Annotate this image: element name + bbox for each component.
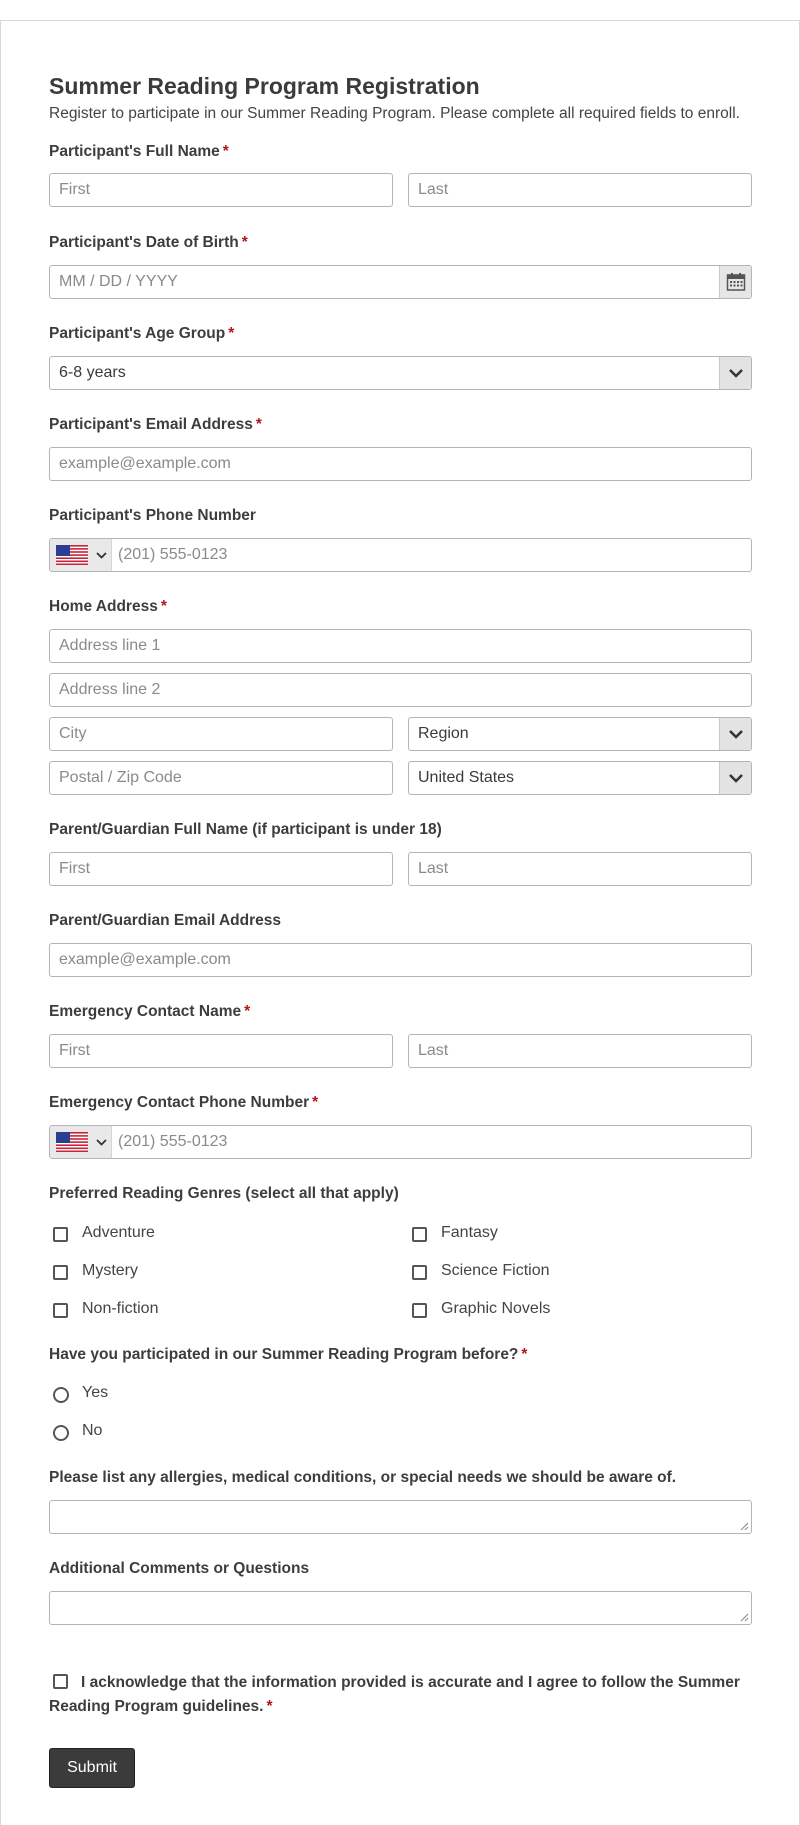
postal-code-input[interactable] <box>49 761 393 795</box>
resize-grip-icon[interactable] <box>739 1612 749 1622</box>
genre-label-science-fiction: Science Fiction <box>441 1262 550 1279</box>
form-card: Summer Reading Program Registration Regi… <box>0 20 800 1825</box>
genre-checkbox-mystery[interactable] <box>53 1265 68 1280</box>
country-code-select[interactable] <box>50 1126 112 1158</box>
age-group-select[interactable]: 6-8 years <box>49 356 752 390</box>
comments-label: Additional Comments or Questions <box>49 1560 310 1577</box>
country-code-select[interactable] <box>50 539 112 571</box>
participated-label-yes: Yes <box>82 1384 109 1401</box>
phone-input[interactable] <box>49 538 752 572</box>
email-input[interactable] <box>49 447 752 481</box>
guardian-name-label: Parent/Guardian Full Name (if participan… <box>49 821 442 838</box>
resize-grip-icon[interactable] <box>739 1521 749 1531</box>
emergency-last-name-input[interactable] <box>408 1034 752 1068</box>
email-label: Participant's Email Address * <box>49 416 262 433</box>
participant-last-name-input[interactable] <box>408 173 752 207</box>
genre-label-adventure: Adventure <box>82 1224 155 1241</box>
chevron-down-icon <box>96 551 107 559</box>
genre-label-non-fiction: Non-fiction <box>82 1300 159 1317</box>
chevron-down-icon <box>719 762 751 794</box>
participated-label-no: No <box>82 1422 103 1439</box>
phone-label: Participant's Phone Number <box>49 507 256 524</box>
participant-name-label: Participant's Full Name * <box>49 143 229 160</box>
allergies-textarea[interactable] <box>49 1500 752 1534</box>
age-group-label: Participant's Age Group * <box>49 325 235 342</box>
genre-checkbox-graphic-novels[interactable] <box>412 1303 427 1318</box>
guardian-email-input[interactable] <box>49 943 752 977</box>
emergency-phone-input[interactable] <box>49 1125 752 1159</box>
region-select[interactable]: Region <box>408 717 752 751</box>
us-flag-icon <box>56 1132 88 1152</box>
acknowledge-label: I acknowledge that the information provi… <box>49 1674 740 1715</box>
genres-label: Preferred Reading Genres (select all tha… <box>49 1185 399 1202</box>
genre-checkbox-adventure[interactable] <box>53 1227 68 1242</box>
submit-button[interactable]: Submit <box>49 1748 135 1788</box>
city-input[interactable] <box>49 717 393 751</box>
calendar-icon[interactable] <box>719 266 751 298</box>
age-group-value: 6-8 years <box>59 364 126 381</box>
emergency-first-name-input[interactable] <box>49 1034 393 1068</box>
form-description: Register to participate in our Summer Re… <box>49 105 740 122</box>
chevron-down-icon <box>96 1138 107 1146</box>
comments-textarea[interactable] <box>49 1591 752 1625</box>
participated-radio-yes[interactable] <box>53 1387 69 1403</box>
participant-first-name-input[interactable] <box>49 173 393 207</box>
us-flag-icon <box>56 545 88 565</box>
form-title: Summer Reading Program Registration <box>49 73 480 99</box>
participated-radio-no[interactable] <box>53 1425 69 1441</box>
genre-label-fantasy: Fantasy <box>441 1224 498 1241</box>
region-value: Region <box>418 725 469 742</box>
dob-label: Participant's Date of Birth * <box>49 234 248 251</box>
genre-checkbox-non-fiction[interactable] <box>53 1303 68 1318</box>
dob-input[interactable] <box>49 265 752 299</box>
guardian-last-name-input[interactable] <box>408 852 752 886</box>
genre-label-graphic-novels: Graphic Novels <box>441 1300 551 1317</box>
country-value: United States <box>418 769 515 786</box>
address-line2-input[interactable] <box>49 673 752 707</box>
emergency-phone-label: Emergency Contact Phone Number * <box>49 1094 319 1111</box>
participated-label: Have you participated in our Summer Read… <box>49 1346 528 1363</box>
allergies-label: Please list any allergies, medical condi… <box>49 1469 677 1486</box>
chevron-down-icon <box>719 357 751 389</box>
country-select[interactable]: United States <box>408 761 752 795</box>
genre-checkbox-science-fiction[interactable] <box>412 1265 427 1280</box>
guardian-email-label: Parent/Guardian Email Address <box>49 912 282 929</box>
address-label: Home Address * <box>49 598 167 615</box>
guardian-first-name-input[interactable] <box>49 852 393 886</box>
genre-checkbox-fantasy[interactable] <box>412 1227 427 1242</box>
emergency-name-label: Emergency Contact Name * <box>49 1003 251 1020</box>
chevron-down-icon <box>719 718 751 750</box>
address-line1-input[interactable] <box>49 629 752 663</box>
genre-label-mystery: Mystery <box>82 1262 138 1279</box>
